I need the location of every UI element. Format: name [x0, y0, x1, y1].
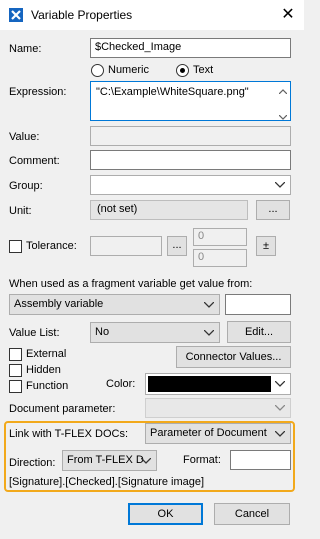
numeric-label: Numeric: [108, 64, 149, 76]
value-field: [90, 126, 291, 146]
document-parameter-dropdown: [145, 398, 291, 418]
link-tflex-docs-label: Link with T-FLEX DOCs:: [9, 428, 128, 440]
group-label: Group:: [9, 180, 43, 192]
edit-button[interactable]: Edit...: [227, 321, 291, 343]
document-parameter-label: Document parameter:: [9, 403, 116, 415]
tolerance-checkbox[interactable]: [9, 240, 22, 253]
docs-path-text: [Signature].[Checked].[Signature image]: [9, 476, 205, 488]
chevron-down-icon: [141, 457, 151, 464]
fragment-value-field[interactable]: [225, 294, 291, 315]
value-list-label: Value List:: [9, 327, 60, 339]
name-label: Name:: [9, 43, 42, 55]
color-swatch: [148, 376, 271, 392]
chevron-down-icon: [275, 430, 285, 437]
chevron-down-icon: [204, 301, 214, 308]
expression-text: "C:\Example\WhiteSquare.png": [96, 86, 249, 98]
numeric-radio[interactable]: [91, 64, 104, 77]
link-tflex-docs-dropdown[interactable]: Parameter of Document: [145, 423, 291, 444]
tolerance-button[interactable]: ...: [167, 236, 187, 256]
cancel-button[interactable]: Cancel: [214, 503, 290, 525]
direction-value: From T-FLEX D: [67, 454, 144, 466]
unit-field: (not set): [90, 200, 248, 220]
value-list-dropdown[interactable]: No: [90, 322, 220, 343]
link-tflex-docs-value: Parameter of Document: [150, 427, 267, 439]
external-label: External: [26, 348, 67, 360]
comment-field[interactable]: [90, 150, 291, 170]
chevron-down-icon: [275, 405, 285, 411]
close-icon[interactable]: ✕: [278, 5, 298, 25]
unit-button[interactable]: ...: [256, 200, 290, 220]
text-label: Text: [193, 64, 214, 76]
fragment-source-dropdown[interactable]: Assembly variable: [9, 294, 220, 315]
function-checkbox[interactable]: [9, 380, 22, 393]
connector-values-button[interactable]: Connector Values...: [176, 346, 291, 368]
window-title: Variable Properties: [31, 8, 133, 22]
unit-label: Unit:: [9, 205, 32, 217]
tolerance-lower-field: 0: [193, 249, 247, 267]
plus-minus-button[interactable]: ±: [256, 236, 276, 256]
format-field[interactable]: [230, 450, 291, 470]
chevron-down-icon: [204, 329, 214, 336]
direction-label: Direction:: [9, 457, 56, 469]
hidden-label: Hidden: [26, 364, 61, 376]
value-label: Value:: [9, 131, 40, 143]
expression-label: Expression:: [9, 86, 67, 98]
fragment-label: When used as a fragment variable get val…: [9, 278, 253, 290]
ok-button[interactable]: OK: [128, 503, 203, 525]
chevron-down-icon: [275, 182, 285, 188]
color-dropdown[interactable]: [145, 373, 291, 395]
tolerance-field: [90, 236, 162, 256]
color-label: Color:: [106, 378, 136, 390]
format-label: Format:: [183, 454, 221, 466]
name-field[interactable]: $Checked_Image: [90, 38, 291, 58]
tolerance-upper-field: 0: [193, 228, 247, 246]
tolerance-label: Tolerance:: [26, 240, 77, 252]
comment-label: Comment:: [9, 155, 60, 167]
fragment-source-value: Assembly variable: [14, 298, 104, 310]
text-radio[interactable]: [176, 64, 189, 77]
app-icon: [8, 7, 24, 23]
external-checkbox[interactable]: [9, 348, 22, 361]
scroll-down-icon[interactable]: [278, 111, 288, 120]
expression-field[interactable]: "C:\Example\WhiteSquare.png": [90, 81, 291, 121]
function-label: Function: [26, 380, 69, 392]
group-dropdown[interactable]: [90, 175, 291, 195]
value-list-value: No: [95, 326, 110, 338]
chevron-down-icon: [275, 381, 285, 387]
scroll-up-icon[interactable]: [278, 85, 288, 95]
direction-dropdown[interactable]: From T-FLEX D: [62, 450, 157, 471]
hidden-checkbox[interactable]: [9, 364, 22, 377]
